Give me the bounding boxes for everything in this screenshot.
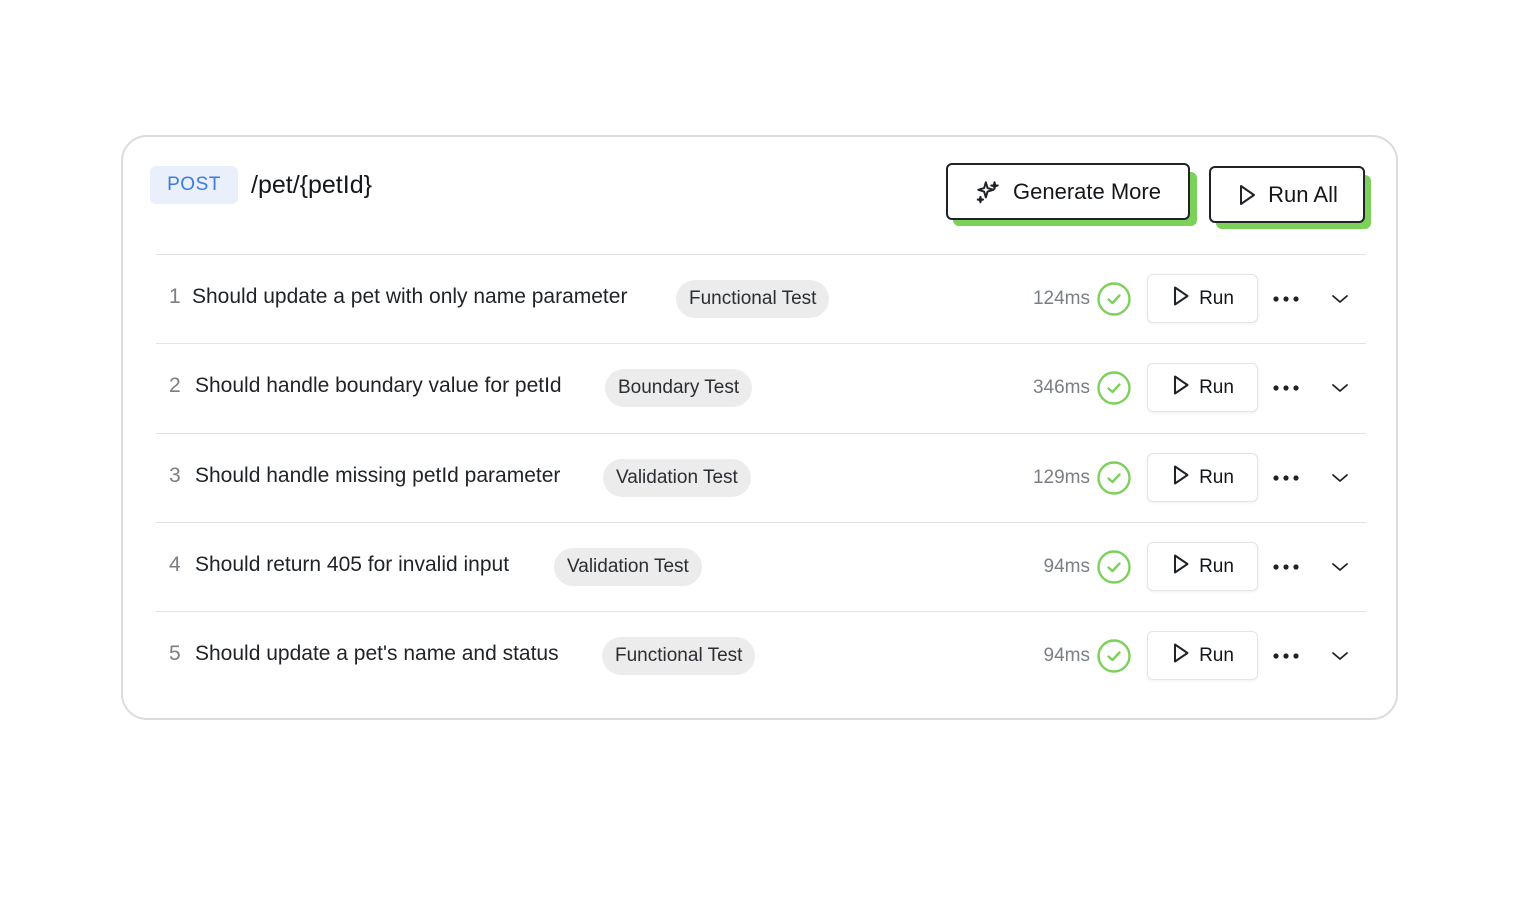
test-duration: 124ms bbox=[1032, 288, 1090, 309]
test-row[interactable]: 2 Should handle boundary value for petId… bbox=[156, 344, 1366, 432]
run-all-label: Run All bbox=[1268, 181, 1338, 207]
check-circle-icon bbox=[1096, 460, 1132, 496]
generate-more-label: Generate More bbox=[1013, 178, 1161, 204]
play-icon bbox=[1171, 374, 1191, 402]
check-circle-icon bbox=[1096, 638, 1132, 674]
run-label: Run bbox=[1199, 376, 1234, 398]
run-button[interactable]: Run bbox=[1147, 363, 1258, 412]
chevron-down-icon[interactable] bbox=[1326, 285, 1354, 313]
more-options-icon[interactable] bbox=[1271, 285, 1301, 313]
play-icon bbox=[1171, 285, 1191, 313]
test-duration: 94ms bbox=[1043, 645, 1090, 666]
play-icon bbox=[1236, 183, 1258, 207]
test-index: 2 bbox=[169, 374, 181, 397]
run-label: Run bbox=[1199, 555, 1234, 577]
chevron-down-icon[interactable] bbox=[1326, 642, 1354, 670]
test-type-tag: Validation Test bbox=[554, 548, 702, 586]
run-button[interactable]: Run bbox=[1147, 274, 1258, 323]
endpoint-path: /pet/{petId} bbox=[251, 171, 372, 199]
test-title: Should handle boundary value for petId bbox=[195, 374, 562, 397]
sparkle-icon bbox=[975, 179, 1001, 205]
run-label: Run bbox=[1199, 644, 1234, 666]
more-options-icon[interactable] bbox=[1271, 553, 1301, 581]
test-type-tag: Boundary Test bbox=[605, 369, 753, 407]
test-duration: 346ms bbox=[1032, 377, 1090, 398]
test-row[interactable]: 4 Should return 405 for invalid input Va… bbox=[156, 523, 1366, 611]
chevron-down-icon[interactable] bbox=[1326, 374, 1354, 402]
test-row[interactable]: 3 Should handle missing petId parameter … bbox=[156, 434, 1366, 522]
test-suite-card: POST /pet/{petId} Generate More Run All bbox=[121, 135, 1398, 720]
test-title: Should update a pet with only name param… bbox=[192, 285, 628, 308]
run-label: Run bbox=[1199, 466, 1234, 488]
card-header: POST /pet/{petId} Generate More Run All bbox=[123, 137, 1396, 255]
test-duration: 94ms bbox=[1043, 556, 1090, 577]
test-index: 1 bbox=[169, 285, 181, 308]
test-index: 4 bbox=[169, 553, 181, 576]
chevron-down-icon[interactable] bbox=[1326, 464, 1354, 492]
test-title: Should return 405 for invalid input bbox=[195, 553, 510, 576]
run-button[interactable]: Run bbox=[1147, 631, 1258, 680]
run-label: Run bbox=[1199, 287, 1234, 309]
more-options-icon[interactable] bbox=[1271, 464, 1301, 492]
test-title: Should handle missing petId parameter bbox=[195, 464, 561, 487]
check-circle-icon bbox=[1096, 549, 1132, 585]
more-options-icon[interactable] bbox=[1271, 374, 1301, 402]
chevron-down-icon[interactable] bbox=[1326, 553, 1354, 581]
test-type-tag: Functional Test bbox=[602, 637, 756, 675]
generate-more-button[interactable]: Generate More bbox=[946, 163, 1190, 220]
play-icon bbox=[1171, 553, 1191, 581]
test-row[interactable]: 5 Should update a pet's name and status … bbox=[156, 612, 1366, 700]
run-button[interactable]: Run bbox=[1147, 542, 1258, 591]
check-circle-icon bbox=[1096, 370, 1132, 406]
test-index: 3 bbox=[169, 464, 181, 487]
check-circle-icon bbox=[1096, 281, 1132, 317]
run-button[interactable]: Run bbox=[1147, 453, 1258, 502]
play-icon bbox=[1171, 464, 1191, 492]
test-type-tag: Validation Test bbox=[603, 459, 751, 497]
test-type-tag: Functional Test bbox=[676, 280, 830, 318]
test-row[interactable]: 1 Should update a pet with only name par… bbox=[156, 255, 1366, 343]
method-badge: POST bbox=[150, 166, 238, 204]
test-index: 5 bbox=[169, 642, 181, 665]
more-options-icon[interactable] bbox=[1271, 642, 1301, 670]
play-icon bbox=[1171, 642, 1191, 670]
test-duration: 129ms bbox=[1032, 467, 1090, 488]
run-all-button[interactable]: Run All bbox=[1209, 166, 1365, 223]
test-title: Should update a pet's name and status bbox=[195, 642, 559, 665]
